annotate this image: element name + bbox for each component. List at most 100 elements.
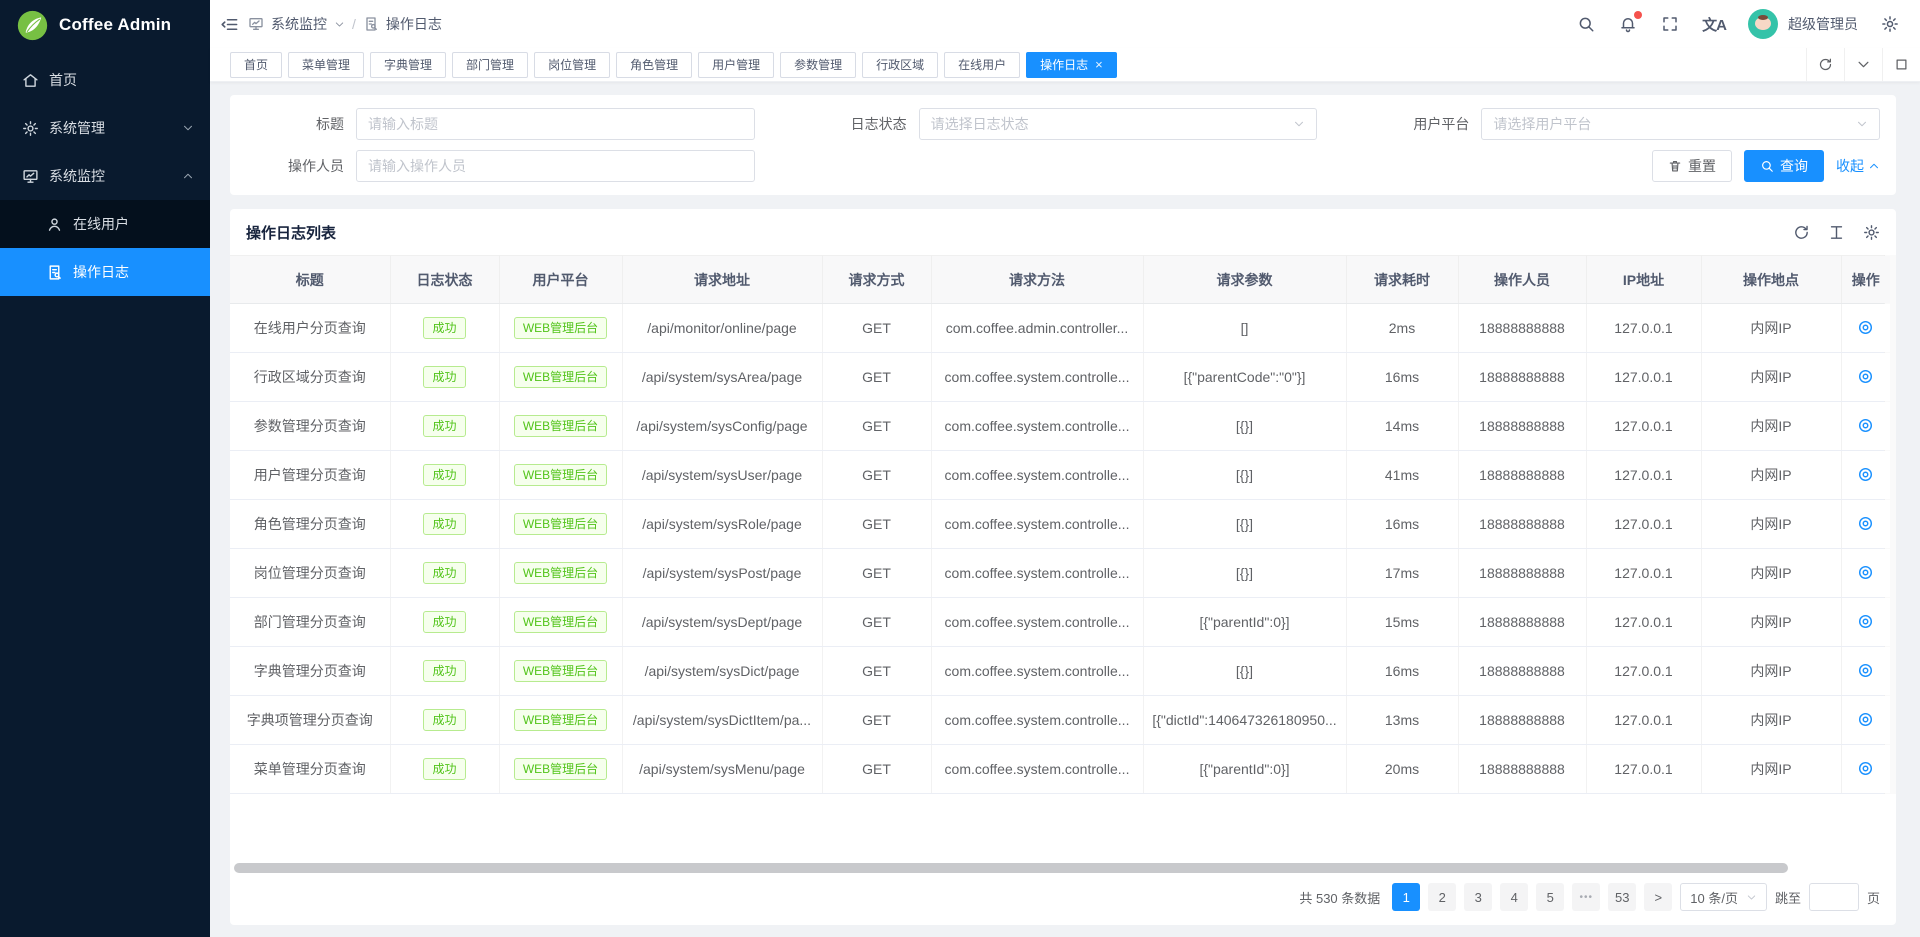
sidebar-item-system-monitor[interactable]: 系统监控 <box>0 152 210 200</box>
cell-func: com.coffee.system.controlle... <box>931 500 1143 549</box>
page-button[interactable]: 5 <box>1536 883 1564 911</box>
query-button[interactable]: 查询 <box>1744 150 1824 182</box>
cell-params: [{}] <box>1143 402 1346 451</box>
tab[interactable]: 参数管理 <box>780 52 856 78</box>
refresh-icon[interactable] <box>1793 224 1810 241</box>
next-page-button[interactable]: > <box>1644 883 1672 911</box>
platform-badge: WEB管理后台 <box>514 513 607 535</box>
page-list: 12345 ••• 53 <box>1392 883 1636 911</box>
view-detail-button[interactable] <box>1855 758 1876 779</box>
cell-title: 参数管理分页查询 <box>230 402 390 451</box>
cell-params: [{"dictId":140647326180950... <box>1143 696 1346 745</box>
jump-page-input[interactable] <box>1809 883 1859 911</box>
cell-time: 16ms <box>1346 647 1458 696</box>
tab[interactable]: 首页 <box>230 52 282 78</box>
settings-button[interactable] <box>1880 14 1900 34</box>
cell-status: 成功 <box>390 304 499 353</box>
gear-icon[interactable] <box>1863 224 1880 241</box>
reset-button[interactable]: 重置 <box>1652 150 1732 182</box>
tabs-menu-button[interactable] <box>1844 48 1882 81</box>
tab[interactable]: 字典管理 <box>370 52 446 78</box>
view-detail-button[interactable] <box>1855 562 1876 583</box>
operator-input[interactable] <box>368 158 743 174</box>
title-field-label: 标题 <box>246 114 356 134</box>
status-badge: 成功 <box>423 709 465 731</box>
tab[interactable]: 部门管理 <box>452 52 528 78</box>
tab[interactable]: 操作日志 × <box>1026 52 1117 78</box>
tab[interactable]: 菜单管理 <box>288 52 364 78</box>
view-detail-button[interactable] <box>1855 366 1876 387</box>
column-header: 请求方法 <box>931 256 1143 304</box>
platform-badge: WEB管理后台 <box>514 660 607 682</box>
page-button[interactable]: 4 <box>1500 883 1528 911</box>
view-icon <box>1857 368 1874 385</box>
user-menu[interactable]: 超级管理员 <box>1748 9 1858 39</box>
tab[interactable]: 岗位管理 <box>534 52 610 78</box>
tabs-refresh-button[interactable] <box>1806 48 1844 81</box>
status-badge: 成功 <box>423 317 465 339</box>
notification-button[interactable] <box>1618 14 1638 34</box>
sidebar-item-operation-log[interactable]: 操作日志 <box>0 248 210 296</box>
platform-badge: WEB管理后台 <box>514 709 607 731</box>
cell-operator: 18888888888 <box>1458 402 1586 451</box>
page-size-select[interactable]: 10 条/页 <box>1680 883 1767 911</box>
translate-button[interactable]: 文A <box>1702 14 1726 35</box>
view-detail-button[interactable] <box>1855 464 1876 485</box>
view-detail-button[interactable] <box>1855 513 1876 534</box>
view-detail-button[interactable] <box>1855 611 1876 632</box>
page-button[interactable]: 3 <box>1464 883 1492 911</box>
tab[interactable]: 行政区域 <box>862 52 938 78</box>
user-icon <box>46 216 63 233</box>
platform-field-label: 用户平台 <box>1371 114 1481 134</box>
cell-func: com.coffee.system.controlle... <box>931 598 1143 647</box>
page-button[interactable]: 1 <box>1392 883 1420 911</box>
horizontal-scrollbar-thumb[interactable] <box>234 863 1788 873</box>
search-button[interactable] <box>1576 14 1596 34</box>
cell-title: 用户管理分页查询 <box>230 451 390 500</box>
title-input[interactable] <box>368 116 743 132</box>
avatar <box>1748 9 1778 39</box>
tab[interactable]: 用户管理 <box>698 52 774 78</box>
page-button[interactable]: 53 <box>1608 883 1636 911</box>
page-ellipsis[interactable]: ••• <box>1572 883 1600 911</box>
cell-title: 菜单管理分页查询 <box>230 745 390 794</box>
cell-method: GET <box>822 647 931 696</box>
sidebar-item-home[interactable]: 首页 <box>0 56 210 104</box>
fullscreen-button[interactable] <box>1660 14 1680 34</box>
cell-func: com.coffee.system.controlle... <box>931 451 1143 500</box>
tab[interactable]: 角色管理 <box>616 52 692 78</box>
chevron-down-icon <box>334 19 345 30</box>
page-button[interactable]: 2 <box>1428 883 1456 911</box>
table-row: 字典管理分页查询成功WEB管理后台/api/system/sysDict/pag… <box>230 647 1890 696</box>
cell-location: 内网IP <box>1701 745 1841 794</box>
page-content: 标题 日志状态 请选择日志状态 用户平台 <box>210 82 1920 937</box>
cell-url: /api/system/sysUser/page <box>622 451 822 500</box>
total-count-text: 共 530 条数据 <box>1299 888 1380 907</box>
platform-badge: WEB管理后台 <box>514 366 607 388</box>
collapse-filter-link[interactable]: 收起 <box>1836 156 1880 176</box>
card-header: 操作日志列表 <box>230 209 1896 255</box>
view-detail-button[interactable] <box>1855 660 1876 681</box>
tabs-maximize-button[interactable] <box>1882 48 1920 81</box>
log-status-select[interactable]: 请选择日志状态 <box>919 108 1318 140</box>
tab[interactable]: 在线用户 <box>944 52 1020 78</box>
cell-func: com.coffee.system.controlle... <box>931 549 1143 598</box>
view-detail-button[interactable] <box>1855 415 1876 436</box>
cell-params: [{}] <box>1143 451 1346 500</box>
menu-fold-button[interactable] <box>220 15 239 34</box>
close-icon[interactable]: × <box>1095 58 1103 71</box>
view-detail-button[interactable] <box>1855 317 1876 338</box>
cell-status: 成功 <box>390 451 499 500</box>
cell-url: /api/monitor/online/page <box>622 304 822 353</box>
breadcrumb-section[interactable]: 系统监控 <box>271 14 327 34</box>
row-height-icon[interactable] <box>1828 224 1845 241</box>
platform-select[interactable]: 请选择用户平台 <box>1481 108 1880 140</box>
sidebar-item-system-management[interactable]: 系统管理 <box>0 104 210 152</box>
cell-title: 行政区域分页查询 <box>230 353 390 402</box>
breadcrumb: 系统监控 / 操作日志 <box>248 14 442 34</box>
view-detail-button[interactable] <box>1855 709 1876 730</box>
sidebar-item-online-users[interactable]: 在线用户 <box>0 200 210 248</box>
app-logo[interactable]: Coffee Admin <box>0 0 210 50</box>
chevron-up-icon <box>1868 160 1880 172</box>
view-icon <box>1857 564 1874 581</box>
